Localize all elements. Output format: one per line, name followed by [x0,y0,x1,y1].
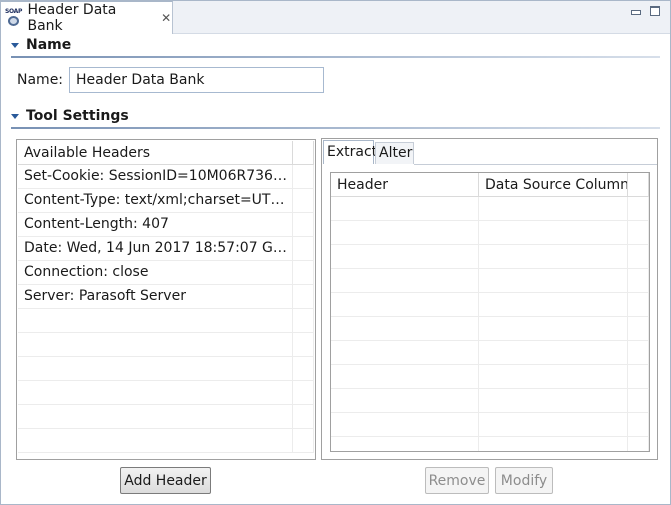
available-headers-panel: Available Headers Set-Cookie: SessionID=… [16,139,316,460]
minimize-icon[interactable] [630,6,641,16]
soap-icon: SOAP [5,8,23,27]
table-row-empty [331,269,649,293]
tab-alter[interactable]: Alter [375,142,414,164]
tab-divider [414,164,657,165]
table-row[interactable]: Server: Parasoft Server [18,285,314,309]
maximize-icon[interactable] [650,6,660,16]
section-divider [11,127,660,129]
table-row-empty [331,245,649,269]
table-row-empty [331,437,649,451]
table-row-empty [331,317,649,341]
table-row-empty [18,333,314,357]
table-row-empty [18,309,314,333]
tab-extract[interactable]: Extract [323,140,377,164]
table-row-empty [331,293,649,317]
table-row-empty [331,365,649,389]
section-tool-settings-header[interactable]: Tool Settings [11,107,129,125]
table-row-empty [331,389,649,413]
remove-button[interactable]: Remove [425,467,489,494]
table-row-empty [18,429,314,453]
editor-window: SOAP Header Data Bank ✕ Name Name: Tool … [0,0,671,505]
editor-tab-header-data-bank[interactable]: SOAP Header Data Bank ✕ [1,1,173,34]
section-name-title: Name [26,37,72,53]
name-input[interactable] [69,67,324,93]
table-row-empty [331,413,649,437]
name-label: Name: [17,72,64,88]
column-header-available-headers[interactable]: Available Headers [18,141,293,165]
table-header: Available Headers [18,141,314,165]
table-row-empty [331,221,649,245]
editor-tab-strip: SOAP Header Data Bank ✕ [1,1,670,34]
column-header-header[interactable]: Header [331,173,479,197]
header-mapping-table[interactable]: Header Data Source Column [330,172,650,452]
section-divider [11,56,660,58]
table-row[interactable]: Content-Type: text/xml;charset=UTF-8 [18,189,314,213]
column-header-empty [293,141,314,165]
table-row-empty [331,341,649,365]
table-row-empty [18,405,314,429]
table-row[interactable]: Date: Wed, 14 Jun 2017 18:57:07 GMT [18,237,314,261]
table-row-empty [331,197,649,221]
modify-button[interactable]: Modify [495,467,553,494]
add-header-button[interactable]: Add Header [120,467,211,494]
column-header-data-source-column[interactable]: Data Source Column [479,173,628,197]
close-icon[interactable]: ✕ [160,12,172,24]
section-name-header[interactable]: Name [11,36,71,54]
table-row[interactable]: Connection: close [18,261,314,285]
table-header: Header Data Source Column [331,173,649,197]
window-controls [630,6,660,16]
table-row[interactable]: Content-Length: 407 [18,213,314,237]
table-row[interactable]: Set-Cookie: SessionID=10M06R736EF9... [18,165,314,189]
section-tool-settings-title: Tool Settings [26,108,129,124]
table-row-empty [18,357,314,381]
available-headers-table[interactable]: Available Headers Set-Cookie: SessionID=… [18,141,314,458]
chevron-down-icon[interactable] [11,42,19,48]
editor-tab-title: Header Data Bank [27,2,117,34]
column-header-empty [628,173,649,197]
extract-alter-panel: Extract Alter Header Data Source Column [321,138,658,460]
chevron-down-icon[interactable] [11,113,19,119]
table-row-empty [18,381,314,405]
